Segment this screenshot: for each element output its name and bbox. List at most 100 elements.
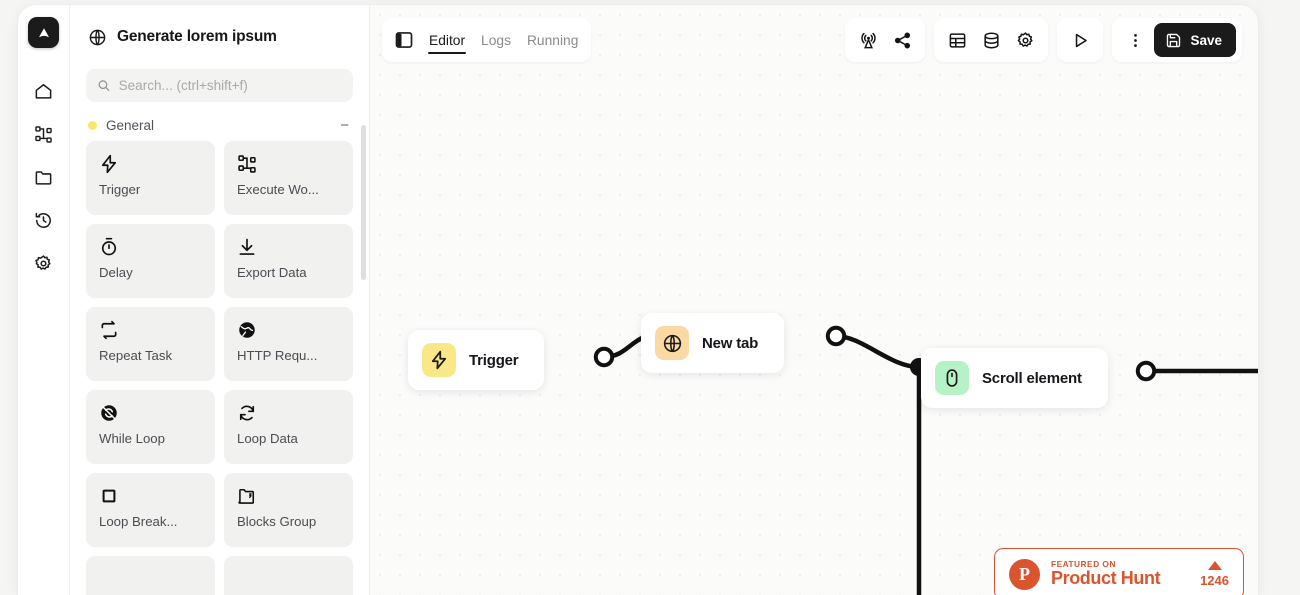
group-collapse-toggle[interactable]: − bbox=[340, 118, 351, 133]
block-card-partial-a[interactable] bbox=[86, 556, 215, 595]
block-card-while-loop[interactable]: While Loop bbox=[86, 390, 215, 464]
settings-gear-icon bbox=[1017, 31, 1033, 47]
share-button[interactable] bbox=[885, 23, 919, 57]
product-hunt-text: FEATURED ON Product Hunt bbox=[1051, 560, 1189, 588]
globe-filled-icon bbox=[237, 319, 341, 341]
block-card-loop-data[interactable]: Loop Data bbox=[224, 390, 353, 464]
block-card-http-request[interactable]: HTTP Requ... bbox=[224, 307, 353, 381]
node-label: Scroll element bbox=[982, 369, 1082, 387]
rail-item-settings[interactable] bbox=[27, 246, 61, 280]
save-disk-icon bbox=[1167, 33, 1181, 47]
block-card-export-data[interactable]: Export Data bbox=[224, 224, 353, 298]
node-scroll-element[interactable]: Scroll element bbox=[921, 348, 1108, 408]
tab-editor[interactable]: Editor bbox=[428, 18, 467, 62]
rail-item-workflows[interactable] bbox=[27, 117, 61, 151]
upvote-caret-icon bbox=[1207, 560, 1222, 570]
more-vertical-icon bbox=[1134, 33, 1137, 47]
node-icon-bolt bbox=[422, 343, 456, 377]
blocks-scroll-area[interactable]: Trigger Execute Wo... Delay Export Data … bbox=[70, 141, 369, 595]
refresh-off-icon bbox=[99, 402, 203, 424]
workflow-icon bbox=[35, 125, 52, 143]
block-card-repeat-task[interactable]: Repeat Task bbox=[86, 307, 215, 381]
folder-icon bbox=[35, 170, 52, 185]
tool-group-run bbox=[1057, 18, 1104, 62]
block-label: Export Data bbox=[237, 265, 307, 280]
canvas-settings-button[interactable] bbox=[1008, 23, 1042, 57]
settings-gear-icon bbox=[35, 254, 51, 270]
share-icon bbox=[894, 32, 911, 48]
rail-item-folders[interactable] bbox=[27, 160, 61, 194]
block-label: Loop Break... bbox=[99, 514, 178, 529]
block-label: Delay bbox=[99, 265, 133, 280]
block-group-general[interactable]: General − bbox=[70, 102, 369, 141]
edge-handle-out bbox=[825, 325, 847, 347]
sidebar-scrollbar[interactable] bbox=[361, 125, 366, 280]
block-card-partial-b[interactable] bbox=[224, 556, 353, 595]
tab-running[interactable]: Running bbox=[526, 18, 579, 62]
block-label: Repeat Task bbox=[99, 348, 173, 363]
search-box[interactable] bbox=[86, 69, 353, 102]
search-input[interactable] bbox=[118, 78, 342, 93]
block-label: Blocks Group bbox=[237, 514, 317, 529]
blocks-grid: Trigger Execute Wo... Delay Export Data … bbox=[86, 141, 353, 595]
globe-icon bbox=[89, 29, 106, 45]
save-button[interactable]: Save bbox=[1154, 23, 1236, 57]
bolt-icon bbox=[99, 153, 203, 175]
block-card-trigger[interactable]: Trigger bbox=[86, 141, 215, 215]
icon-rail bbox=[18, 5, 70, 595]
workflow-icon bbox=[237, 153, 341, 175]
edge-handle-out bbox=[593, 346, 615, 368]
square-icon bbox=[99, 485, 203, 507]
node-label: New tab bbox=[702, 334, 759, 352]
database-button[interactable] bbox=[974, 23, 1008, 57]
node-new-tab[interactable]: New tab bbox=[641, 313, 785, 373]
node-icon-mouse bbox=[935, 361, 969, 395]
rail-item-history[interactable] bbox=[27, 203, 61, 237]
table-button[interactable] bbox=[940, 23, 974, 57]
block-label: Loop Data bbox=[237, 431, 298, 446]
product-hunt-name: Product Hunt bbox=[1051, 567, 1161, 588]
history-icon bbox=[35, 212, 51, 228]
workflow-canvas[interactable]: Trigger New tab Scroll element Editor Lo… bbox=[370, 5, 1258, 595]
run-button[interactable] bbox=[1063, 23, 1097, 57]
folder-blocks-icon bbox=[237, 485, 341, 507]
block-label: Trigger bbox=[99, 182, 141, 197]
block-label: While Loop bbox=[99, 431, 165, 446]
download-icon bbox=[237, 236, 341, 258]
product-hunt-vote[interactable]: 1246 bbox=[1200, 560, 1229, 588]
workflow-title: Generate lorem ipsum bbox=[117, 28, 277, 45]
play-icon bbox=[1075, 33, 1087, 47]
table-icon bbox=[949, 32, 966, 48]
tool-group-left bbox=[845, 18, 926, 62]
tabs-group: Editor Logs Running bbox=[382, 18, 592, 62]
block-label: HTTP Requ... bbox=[237, 348, 318, 363]
edge-layer bbox=[593, 325, 1258, 595]
broadcast-button[interactable] bbox=[851, 23, 885, 57]
tool-group-actions: Save bbox=[1112, 18, 1242, 62]
product-hunt-badge[interactable]: P FEATURED ON Product Hunt 1246 bbox=[994, 548, 1244, 595]
app-window: Generate lorem ipsum General − bbox=[18, 5, 1258, 595]
database-icon bbox=[984, 32, 999, 48]
search-icon bbox=[98, 80, 110, 91]
block-card-loop-breakpoint[interactable]: Loop Break... bbox=[86, 473, 215, 547]
workflow-header: Generate lorem ipsum bbox=[70, 5, 369, 69]
product-hunt-logo-icon: P bbox=[1009, 558, 1040, 590]
more-options-button[interactable] bbox=[1118, 23, 1152, 57]
block-card-delay[interactable]: Delay bbox=[86, 224, 215, 298]
block-label: Execute Wo... bbox=[237, 182, 319, 197]
rail-item-home[interactable] bbox=[27, 74, 61, 108]
blocks-sidebar: Generate lorem ipsum General − bbox=[70, 5, 370, 595]
tab-logs[interactable]: Logs bbox=[480, 18, 512, 62]
panel-left-icon[interactable] bbox=[394, 30, 414, 50]
edge-handle-out bbox=[1135, 360, 1157, 382]
canvas-topbar: Editor Logs Running Save bbox=[370, 5, 1258, 75]
repeat-icon bbox=[99, 319, 203, 341]
home-icon bbox=[35, 83, 52, 99]
node-trigger[interactable]: Trigger bbox=[408, 330, 545, 390]
timer-icon bbox=[99, 236, 203, 258]
app-logo[interactable] bbox=[28, 17, 59, 48]
group-color-dot bbox=[88, 121, 97, 130]
block-card-blocks-group[interactable]: Blocks Group bbox=[224, 473, 353, 547]
block-card-execute-workflow[interactable]: Execute Wo... bbox=[224, 141, 353, 215]
broadcast-icon bbox=[861, 32, 876, 48]
